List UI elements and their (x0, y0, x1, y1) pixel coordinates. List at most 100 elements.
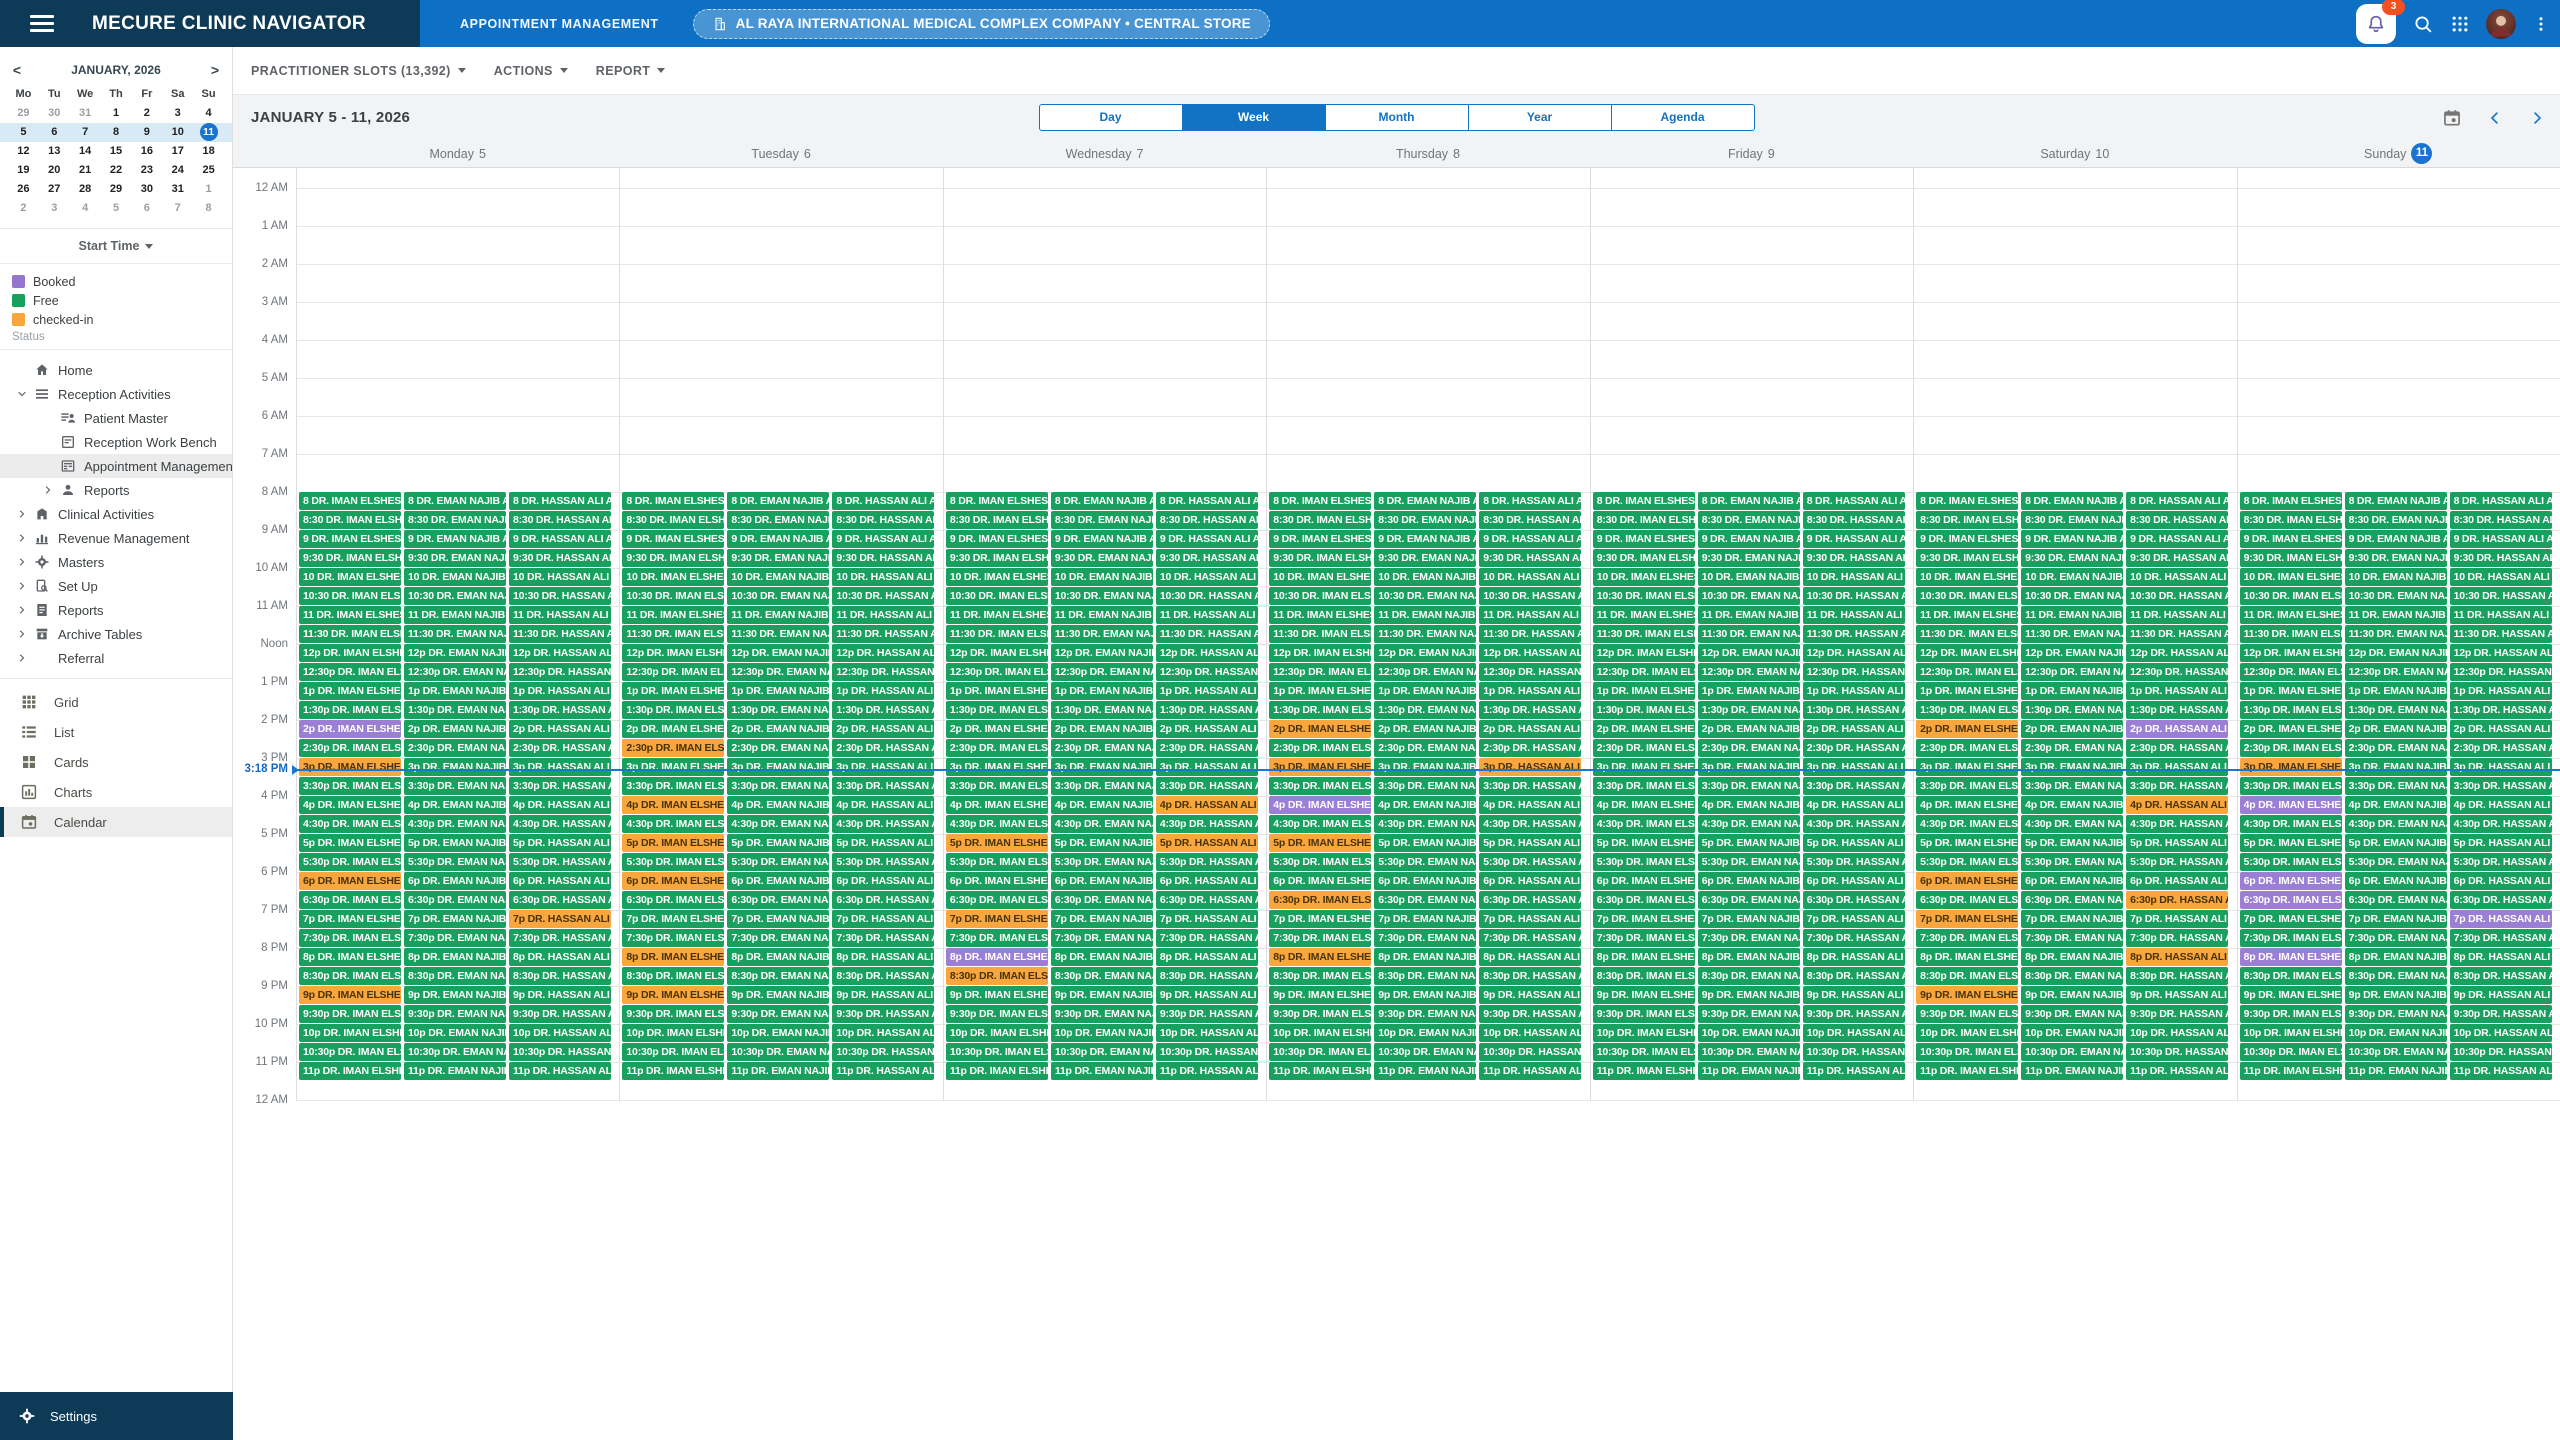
appointment-slot[interactable]: 11 DR. HASSAN ALI AL (1803, 606, 1905, 624)
appointment-slot[interactable]: 2p DR. HASSAN ALI AL (832, 720, 934, 738)
appointment-slot[interactable]: 1p DR. IMAN ELSHESHT (946, 682, 1048, 700)
appointment-slot[interactable]: 10:30 DR. HASSAN ALI AL (2450, 587, 2552, 605)
previous-week-icon[interactable] (2486, 109, 2504, 127)
appointment-slot[interactable]: 12p DR. EMAN NAJIB AL (727, 644, 829, 662)
appointment-slot[interactable]: 6p DR. EMAN NAJIB AL (727, 872, 829, 890)
appointment-slot[interactable]: 9 DR. IMAN ELSHESHT (2240, 530, 2342, 548)
appointment-slot[interactable]: 11p DR. HASSAN ALI AL (832, 1062, 934, 1080)
appointment-slot[interactable]: 3:30p DR. IMAN ELSHESHT (1269, 777, 1371, 795)
appointment-slot[interactable]: 8 DR. EMAN NAJIB AL (2021, 492, 2123, 510)
appointment-slot[interactable]: 10 DR. IMAN ELSHESHT (1593, 568, 1695, 586)
mini-calendar-day[interactable]: 24 (162, 161, 193, 180)
day-header-thursday[interactable]: Thursday8 (1266, 140, 1589, 167)
appointment-slot[interactable]: 10:30 DR. HASSAN ALI AL (832, 587, 934, 605)
appointment-slot[interactable]: 8:30p DR. IMAN ELSHESHT (2240, 967, 2342, 985)
appointment-slot[interactable]: 8:30 DR. EMAN NAJIB AL (404, 511, 506, 529)
view-item-grid[interactable]: Grid (0, 687, 232, 717)
mini-calendar-next-icon[interactable]: > (208, 62, 222, 78)
appointment-slot[interactable]: 10p DR. IMAN ELSHESHT (946, 1024, 1048, 1042)
appointment-slot[interactable]: 9:30p DR. EMAN NAJIB AL (1374, 1005, 1476, 1023)
appointment-slot[interactable]: 12p DR. IMAN ELSHESHT (1269, 644, 1371, 662)
day-header-monday[interactable]: Monday5 (296, 140, 619, 167)
appointment-slot[interactable]: 2:30p DR. HASSAN ALI AL (2450, 739, 2552, 757)
appointment-slot[interactable]: 1:30p DR. EMAN NAJIB AL (404, 701, 506, 719)
appointment-slot[interactable]: 6:30p DR. HASSAN ALI AL (832, 891, 934, 909)
appointment-slot[interactable]: 6:30p DR. EMAN NAJIB AL (1698, 891, 1800, 909)
appointment-slot[interactable]: 3p DR. EMAN NAJIB AL (1374, 758, 1476, 776)
appointment-slot[interactable]: 2p DR. HASSAN ALI AL (2450, 720, 2552, 738)
appointment-slot[interactable]: 10 DR. IMAN ELSHESHT (622, 568, 724, 586)
appointment-slot[interactable]: 9 DR. EMAN NAJIB AL (1051, 530, 1153, 548)
appointment-slot[interactable]: 12:30p DR. IMAN ELSHESHT (946, 663, 1048, 681)
appointment-slot[interactable]: 12p DR. IMAN ELSHESHT (1916, 644, 2018, 662)
mini-calendar-day[interactable]: 19 (8, 161, 39, 180)
appointment-slot[interactable]: 10 DR. HASSAN ALI AL (1156, 568, 1258, 586)
mini-calendar-day[interactable]: 3 (162, 104, 193, 123)
sidebar-item-clinical-activities[interactable]: Clinical Activities (0, 502, 232, 526)
appointment-slot[interactable]: 11p DR. IMAN ELSHESHT (2240, 1062, 2342, 1080)
appointment-slot[interactable]: 3p DR. IMAN ELSHESHT (1269, 758, 1371, 776)
appointment-slot[interactable]: 3p DR. HASSAN ALI AL (2126, 758, 2228, 776)
appointment-slot[interactable]: 10:30 DR. IMAN ELSHESHT (946, 587, 1048, 605)
appointment-slot[interactable]: 8:30 DR. IMAN ELSHESHT (2240, 511, 2342, 529)
appointment-slot[interactable]: 9:30p DR. IMAN ELSHESHT (1269, 1005, 1371, 1023)
mini-calendar-day[interactable]: 7 (162, 199, 193, 218)
appointment-slot[interactable]: 3:30p DR. IMAN ELSHESHT (1593, 777, 1695, 795)
appointment-slot[interactable]: 4p DR. IMAN ELSHESHT (299, 796, 401, 814)
mini-calendar-day[interactable]: 13 (39, 142, 70, 161)
appointment-slot[interactable]: 9:30 DR. HASSAN ALI AL (1156, 549, 1258, 567)
appointment-slot[interactable]: 10 DR. HASSAN ALI AL (2126, 568, 2228, 586)
appointment-slot[interactable]: 12:30p DR. EMAN NAJIB AL (1698, 663, 1800, 681)
appointment-slot[interactable]: 11 DR. IMAN ELSHESHT (1269, 606, 1371, 624)
appointment-slot[interactable]: 4:30p DR. IMAN ELSHESHT (2240, 815, 2342, 833)
appointment-slot[interactable]: 10:30 DR. HASSAN ALI AL (1479, 587, 1581, 605)
mini-calendar-day[interactable]: 16 (131, 142, 162, 161)
mini-calendar-day[interactable]: 7 (70, 123, 101, 142)
appointment-slot[interactable]: 9p DR. EMAN NAJIB AL (727, 986, 829, 1004)
appointment-slot[interactable]: 3:30p DR. EMAN NAJIB AL (1051, 777, 1153, 795)
mini-calendar-day[interactable]: 5 (101, 199, 132, 218)
appointment-slot[interactable]: 10:30p DR. EMAN NAJIB AL (1698, 1043, 1800, 1061)
appointment-slot[interactable]: 11:30 DR. IMAN ELSHESHT (299, 625, 401, 643)
appointment-slot[interactable]: 2p DR. IMAN ELSHESHT (1269, 720, 1371, 738)
appointment-slot[interactable]: 3:30p DR. IMAN ELSHESHT (1916, 777, 2018, 795)
appointment-slot[interactable]: 9 DR. EMAN NAJIB AL (404, 530, 506, 548)
appointment-slot[interactable]: 3:30p DR. HASSAN ALI AL (2126, 777, 2228, 795)
appointment-slot[interactable]: 1:30p DR. IMAN ELSHESHT (622, 701, 724, 719)
appointment-slot[interactable]: 10:30 DR. IMAN ELSHESHT (1916, 587, 2018, 605)
appointment-slot[interactable]: 11:30 DR. EMAN NAJIB AL (727, 625, 829, 643)
appointment-slot[interactable]: 5p DR. HASSAN ALI AL (509, 834, 611, 852)
appointment-slot[interactable]: 9p DR. IMAN ELSHESHT (1269, 986, 1371, 1004)
mini-calendar-day[interactable]: 11 (193, 123, 224, 142)
appointment-slot[interactable]: 4:30p DR. EMAN NAJIB AL (727, 815, 829, 833)
appointment-slot[interactable]: 1p DR. HASSAN ALI AL (1803, 682, 1905, 700)
appointment-slot[interactable]: 7:30p DR. EMAN NAJIB AL (1051, 929, 1153, 947)
appointment-slot[interactable]: 3p DR. IMAN ELSHESHT (299, 758, 401, 776)
appointment-slot[interactable]: 11p DR. IMAN ELSHESHT (946, 1062, 1048, 1080)
appointment-slot[interactable]: 8:30p DR. HASSAN ALI AL (2126, 967, 2228, 985)
appointment-slot[interactable]: 8p DR. IMAN ELSHESHT (299, 948, 401, 966)
appointment-slot[interactable]: 5:30p DR. EMAN NAJIB AL (1698, 853, 1800, 871)
appointment-slot[interactable]: 11:30 DR. EMAN NAJIB AL (404, 625, 506, 643)
appointment-slot[interactable]: 5p DR. EMAN NAJIB AL (2021, 834, 2123, 852)
appointment-slot[interactable]: 2:30p DR. IMAN ELSHESHT (622, 739, 724, 757)
appointment-slot[interactable]: 11 DR. EMAN NAJIB AL (1374, 606, 1476, 624)
appointment-slot[interactable]: 5:30p DR. IMAN ELSHESHT (2240, 853, 2342, 871)
mini-calendar-day[interactable]: 18 (193, 142, 224, 161)
appointment-slot[interactable]: 9:30p DR. IMAN ELSHESHT (2240, 1005, 2342, 1023)
appointment-slot[interactable]: 7p DR. HASSAN ALI AL (2450, 910, 2552, 928)
appointment-slot[interactable]: 10:30 DR. HASSAN ALI AL (2126, 587, 2228, 605)
appointment-slot[interactable]: 5:30p DR. HASSAN ALI AL (2126, 853, 2228, 871)
appointment-slot[interactable]: 10:30 DR. EMAN NAJIB AL (1051, 587, 1153, 605)
appointment-slot[interactable]: 9p DR. IMAN ELSHESHT (2240, 986, 2342, 1004)
appointment-slot[interactable]: 3:30p DR. IMAN ELSHESHT (299, 777, 401, 795)
mini-calendar-day[interactable]: 29 (8, 104, 39, 123)
appointment-slot[interactable]: 10 DR. IMAN ELSHESHT (1916, 568, 2018, 586)
mini-calendar-day[interactable]: 22 (101, 161, 132, 180)
appointment-slot[interactable]: 11 DR. HASSAN ALI AL (1479, 606, 1581, 624)
appointment-slot[interactable]: 2p DR. IMAN ELSHESHT (946, 720, 1048, 738)
appointment-slot[interactable]: 8p DR. IMAN ELSHESHT (1916, 948, 2018, 966)
appointment-slot[interactable]: 7p DR. IMAN ELSHESHT (1593, 910, 1695, 928)
appointment-slot[interactable]: 6:30p DR. IMAN ELSHESHT (299, 891, 401, 909)
appointment-slot[interactable]: 10 DR. EMAN NAJIB AL (404, 568, 506, 586)
